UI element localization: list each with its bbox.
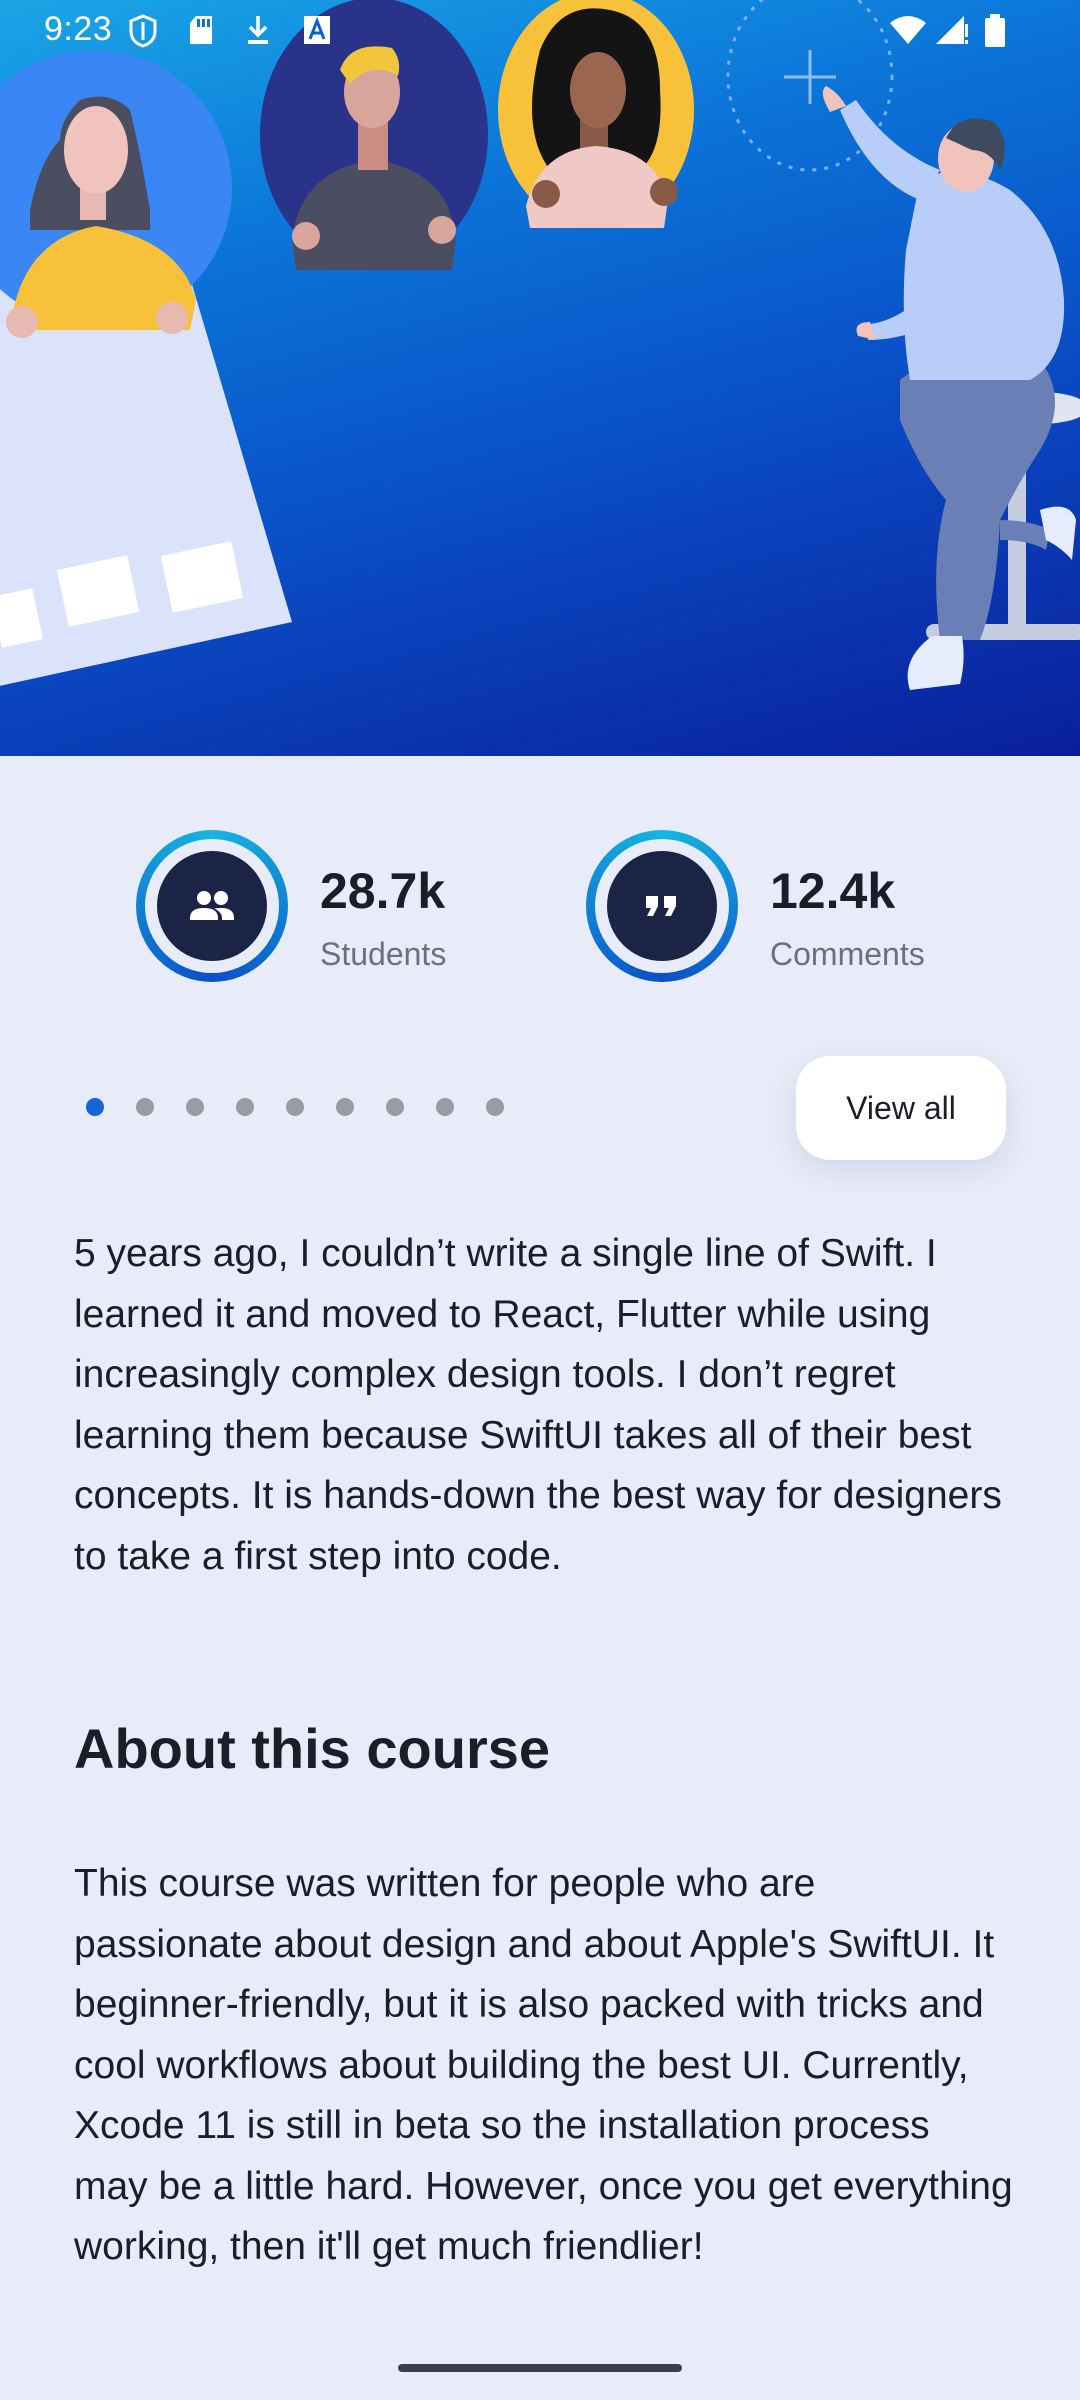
signal-icon xyxy=(934,14,970,51)
stat-label: Comments xyxy=(770,936,925,972)
status-bar: 9:23 xyxy=(0,0,1080,64)
wifi-icon xyxy=(888,14,928,51)
stat-label: Students xyxy=(320,936,447,972)
page-dot[interactable] xyxy=(336,1098,354,1116)
intro-paragraph: 5 years ago, I couldn’t write a single l… xyxy=(74,1232,1002,1578)
illustration-sweater xyxy=(903,172,1065,380)
stat-ring xyxy=(136,830,288,982)
download-icon xyxy=(244,14,272,51)
stat-ring xyxy=(586,830,738,982)
people-icon xyxy=(190,891,234,920)
shield-icon xyxy=(128,14,158,53)
battery-icon xyxy=(984,14,1006,53)
page-dot[interactable] xyxy=(436,1098,454,1116)
page-dot[interactable] xyxy=(386,1098,404,1116)
page-dot[interactable] xyxy=(86,1098,104,1116)
hero-illustration xyxy=(0,0,1080,690)
section-title: About this course xyxy=(74,1717,551,1780)
stat-value: 12.4k xyxy=(770,863,896,919)
sd-card-icon xyxy=(188,14,214,51)
page-dot[interactable] xyxy=(486,1098,504,1116)
page-dot[interactable] xyxy=(186,1098,204,1116)
page-dot[interactable] xyxy=(136,1098,154,1116)
quote-icon xyxy=(646,896,676,916)
page-dot[interactable] xyxy=(286,1098,304,1116)
status-time: 9:23 xyxy=(44,10,113,48)
stats-row: 28.7k Students 12.4k Comments xyxy=(0,830,1080,1000)
home-indicator[interactable] xyxy=(398,2364,682,2372)
illustration-pants xyxy=(900,353,1055,640)
about-paragraph: This course was written for people who a… xyxy=(74,1862,1013,2268)
page-dot[interactable] xyxy=(236,1098,254,1116)
hero-banner xyxy=(0,0,1080,756)
stat-value: 28.7k xyxy=(320,863,446,919)
view-all-button[interactable]: View all xyxy=(796,1056,1006,1160)
font-icon xyxy=(302,14,332,51)
